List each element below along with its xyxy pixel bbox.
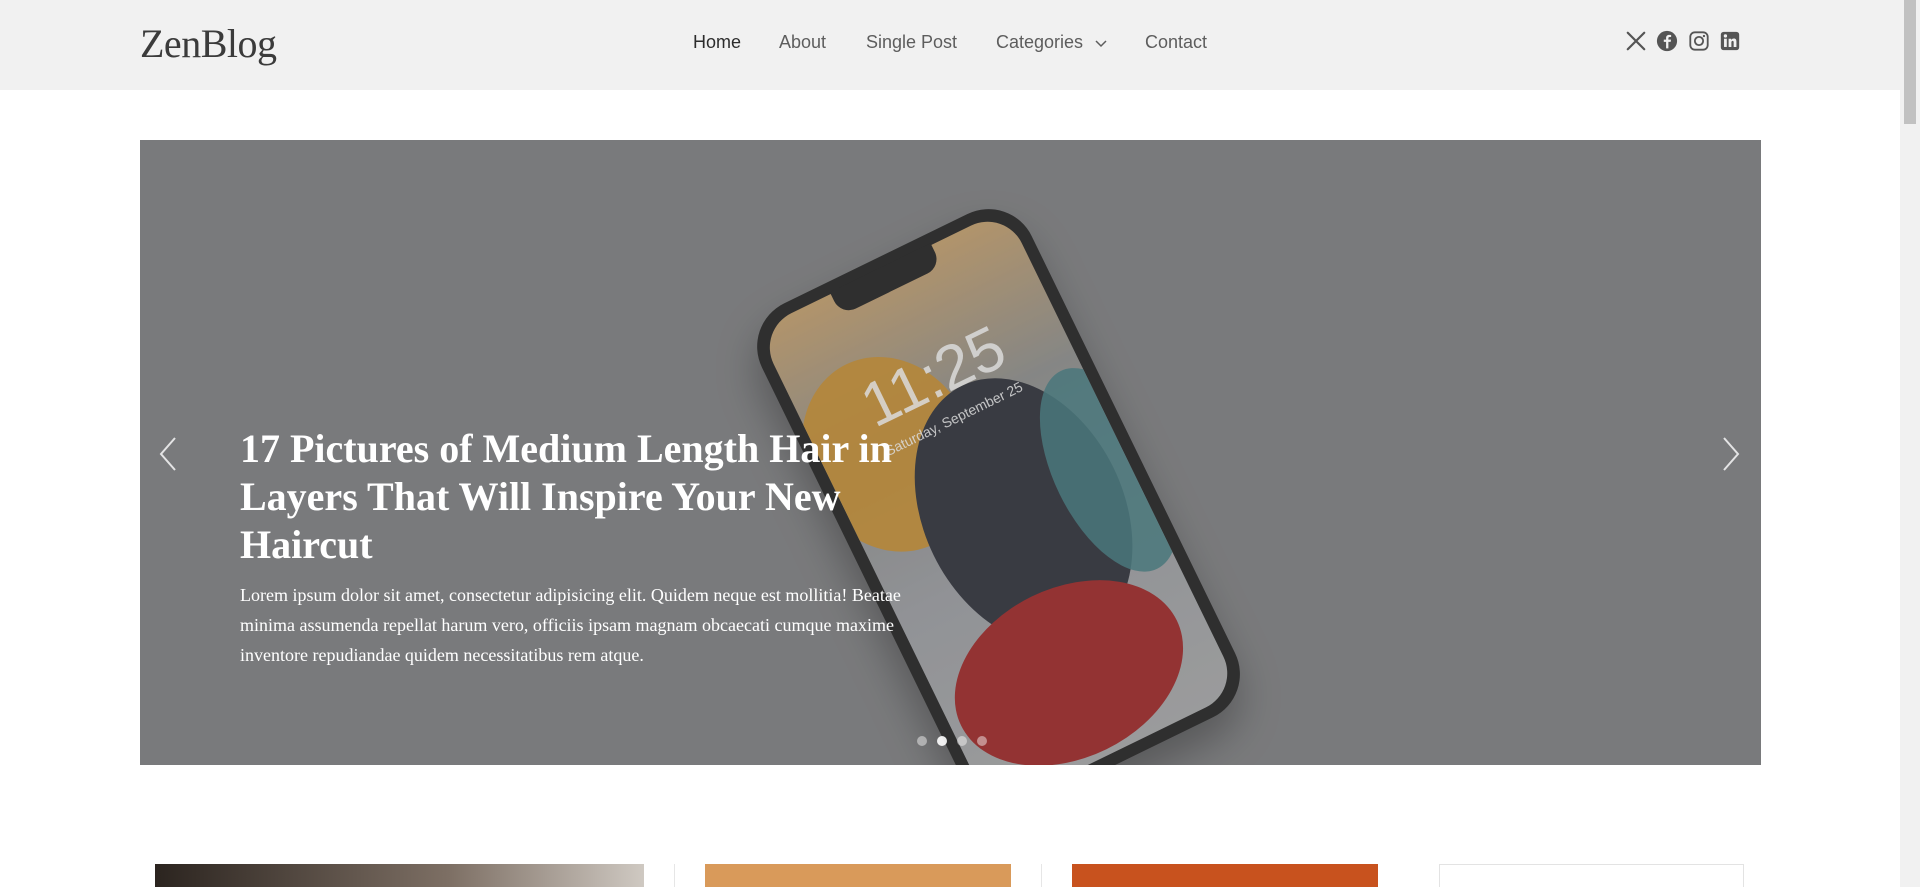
main-nav: Home About Single Post Categories Contac… [0, 0, 1900, 84]
nav-categories[interactable]: Categories [996, 30, 1108, 54]
nav-categories-label: Categories [996, 32, 1084, 52]
slider-pagination [917, 736, 987, 746]
scrollbar-thumb[interactable] [1904, 0, 1916, 124]
nav-contact[interactable]: Contact [1145, 30, 1207, 54]
nav-home[interactable]: Home [693, 30, 741, 54]
card-divider [1041, 864, 1042, 887]
site-header: ZenBlog Home About Single Post Categorie… [0, 0, 1900, 90]
slider-dot-4[interactable] [977, 736, 987, 746]
chevron-right-icon[interactable] [1718, 434, 1744, 474]
post-card-image-1[interactable] [155, 864, 644, 887]
linkedin-icon[interactable] [1719, 30, 1741, 52]
slider-dot-2[interactable] [937, 736, 947, 746]
instagram-icon[interactable] [1688, 30, 1710, 52]
x-icon[interactable] [1625, 30, 1647, 52]
slider-dot-3[interactable] [957, 736, 967, 746]
hero-title[interactable]: 17 Pictures of Medium Length Hair in Lay… [240, 425, 920, 569]
post-card-image-3[interactable] [1072, 864, 1378, 887]
hero-excerpt: Lorem ipsum dolor sit amet, consectetur … [240, 585, 901, 665]
sidebar-widget-box [1439, 864, 1744, 887]
post-card-image-2[interactable] [705, 864, 1011, 887]
page-scrollbar[interactable] [1900, 0, 1920, 887]
nav-single-post[interactable]: Single Post [866, 30, 957, 54]
nav-about[interactable]: About [779, 30, 826, 54]
card-divider [674, 864, 675, 887]
chevron-left-icon[interactable] [155, 434, 181, 474]
chevron-down-icon [1095, 40, 1107, 48]
slider-dot-1[interactable] [917, 736, 927, 746]
facebook-icon[interactable] [1656, 30, 1678, 52]
hero-slider: 11:25 Saturday, September 25 17 Pictures… [140, 140, 1761, 765]
